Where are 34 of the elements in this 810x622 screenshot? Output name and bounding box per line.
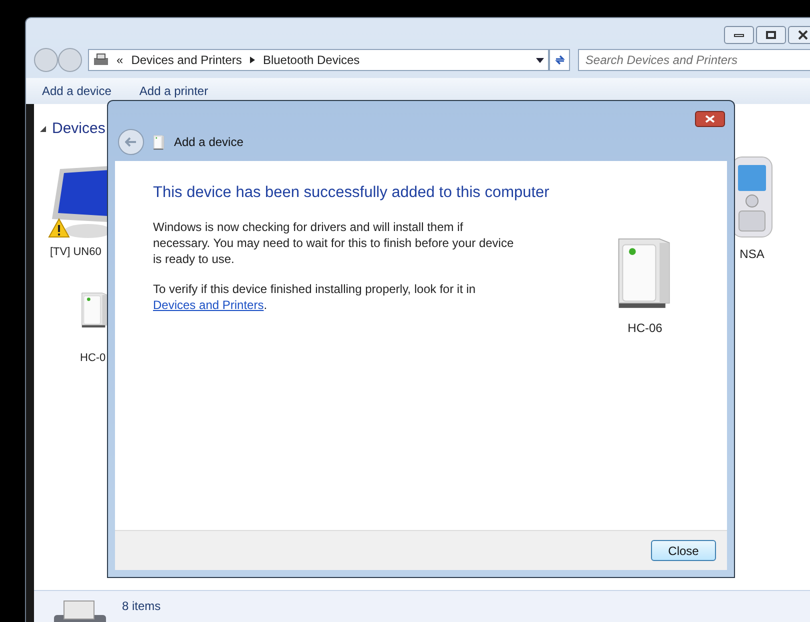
refresh-icon — [554, 54, 566, 66]
arrow-left-icon — [125, 137, 137, 147]
device-label[interactable]: HC-0 — [80, 350, 106, 366]
device-name: HC-06 — [628, 320, 662, 337]
dialog-title: Add a device — [174, 134, 244, 151]
chevron-right-icon — [250, 56, 255, 64]
group-header[interactable]: Devices — [52, 118, 106, 140]
breadcrumb-overflow[interactable]: « — [116, 51, 124, 69]
toolbar-button[interactable]: Add a device — [42, 82, 112, 100]
close-button[interactable] — [695, 111, 725, 127]
toolbar-button[interactable]: Add a printer — [139, 82, 208, 100]
refresh-button[interactable] — [548, 49, 570, 71]
printer-icon — [92, 52, 109, 68]
close-icon — [705, 115, 715, 123]
restore-button[interactable] — [756, 26, 786, 44]
close-icon — [798, 30, 808, 40]
search-field[interactable]: Search Devices and Printers — [578, 49, 810, 71]
breadcrumb-item[interactable]: Bluetooth Devices — [262, 51, 360, 69]
item-count: 8 items — [122, 598, 161, 615]
breadcrumb-item[interactable]: Devices and Printers — [131, 51, 242, 69]
status-message: Windows is now checking for drivers and will install them if necessary. You may need to wait for this to finish before your device is ready to use. — [153, 219, 515, 267]
device-tower-icon — [152, 134, 166, 150]
warning-icon — [48, 218, 70, 238]
close-dialog-button[interactable]: Close — [651, 540, 716, 561]
device-label[interactable]: NSA — [740, 244, 764, 262]
devices-and-printers-link[interactable]: Devices and Printers — [153, 298, 264, 312]
dropdown-arrow-icon[interactable] — [536, 58, 544, 62]
collapse-triangle-icon[interactable] — [40, 126, 46, 132]
close-button[interactable] — [788, 26, 810, 44]
verify-message: To verify if this device finished installing properly, look for it in Devices and Printers. — [153, 281, 477, 313]
device-label[interactable]: [TV] UN60 — [50, 244, 102, 260]
address-bar[interactable]: « Devices and Printers Bluetooth Devices — [88, 49, 549, 71]
minimize-button[interactable] — [724, 26, 754, 44]
dialog-heading: This device has been successfully added to this computer — [153, 183, 550, 203]
